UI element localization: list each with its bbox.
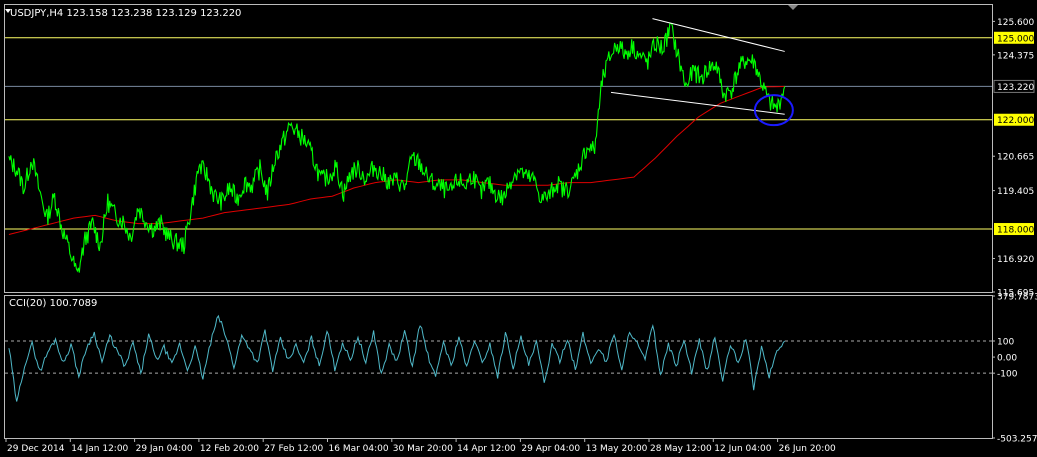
price-tick-label: 125.600: [997, 18, 1034, 28]
price-tick-label: 119.405: [997, 187, 1034, 197]
time-tick-label: 12 Jun 04:00: [714, 444, 771, 454]
level-price-label: 122.000: [997, 116, 1034, 126]
cci-tick-label: -100: [997, 370, 1018, 380]
price-tick-label: 124.375: [997, 51, 1034, 61]
cci-tick-label: 100: [997, 337, 1014, 347]
time-tick-label: 29 Dec 2014: [7, 444, 65, 454]
time-tick-label: 27 Feb 12:00: [264, 444, 323, 454]
time-tick-label: 29 Apr 04:00: [521, 444, 580, 454]
level-price-label: 125.000: [997, 34, 1034, 44]
price-tick-label: 120.665: [997, 153, 1034, 163]
cci-tick-label: 0.00: [997, 354, 1017, 364]
level-price-label: 118.000: [997, 226, 1034, 236]
price-tick-label: 116.920: [997, 255, 1034, 265]
cci-header: CCI(20) 100.7089: [9, 298, 97, 309]
time-tick-label: 28 May 12:00: [650, 444, 712, 454]
time-tick-label: 12 Feb 20:00: [200, 444, 259, 454]
time-tick-label: 14 Jan 12:00: [71, 444, 128, 454]
time-tick-label: 29 Jan 04:00: [136, 444, 193, 454]
time-tick-label: 13 May 20:00: [586, 444, 648, 454]
cci-tick-label: 379.7873: [997, 293, 1037, 303]
price-header: USDJPY,H4 123.158 123.238 123.129 123.22…: [10, 8, 241, 19]
cci-tick-label: -503.2579: [997, 435, 1037, 445]
current-price-label: 123.220: [997, 83, 1034, 93]
time-tick-label: 30 Mar 20:00: [393, 444, 453, 454]
chart-canvas: USDJPY,H4 123.158 123.238 123.129 123.22…: [0, 0, 1037, 457]
time-tick-label: 14 Apr 12:00: [457, 444, 516, 454]
time-tick-label: 26 Jun 20:00: [779, 444, 836, 454]
time-tick-label: 16 Mar 04:00: [329, 444, 389, 454]
